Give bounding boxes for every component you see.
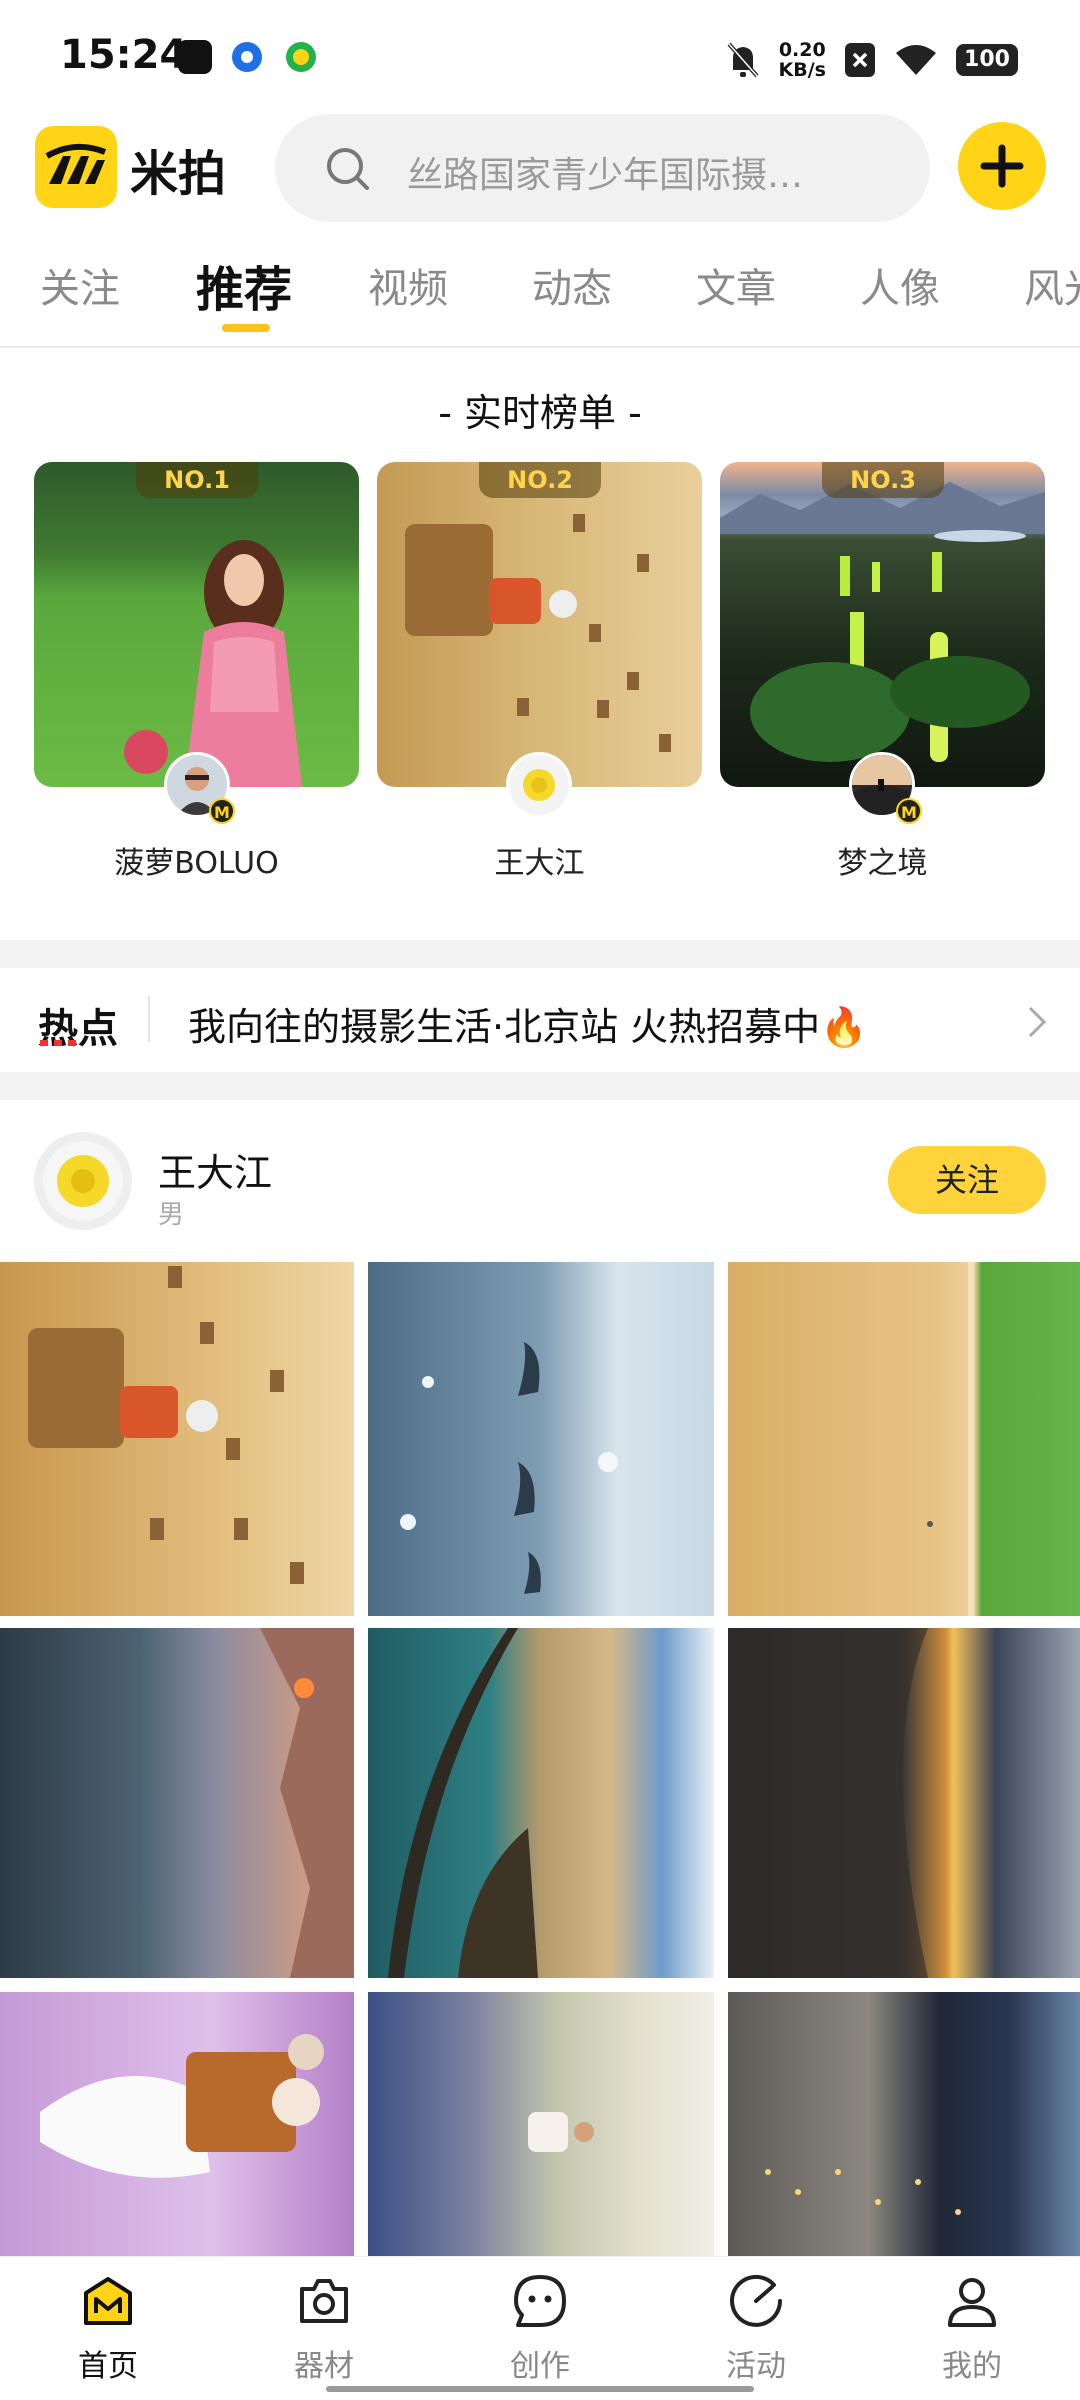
capcut-app-icon xyxy=(178,40,212,74)
tab-landscape[interactable]: 风光 xyxy=(1024,256,1080,314)
nav-create-label: 创作 xyxy=(510,2349,570,2384)
ranking-card-3[interactable]: NO.3 xyxy=(720,462,1045,787)
search-placeholder: 丝路国家青少年国际摄… xyxy=(407,155,804,196)
status-time: 15:24 xyxy=(60,32,188,78)
chevron-right-icon[interactable] xyxy=(1026,1004,1050,1040)
battery-indicator: 100 xyxy=(956,44,1018,76)
ranking-title: - 实时榜单 - xyxy=(438,391,642,435)
member-badge-3: M xyxy=(896,798,922,824)
add-button[interactable] xyxy=(958,122,1046,210)
ranking-card-2[interactable]: NO.2 xyxy=(377,462,702,787)
bottom-navigation: 首页 器材 创作 活动 我的 xyxy=(0,2256,1080,2400)
ranking-avatar-2[interactable] xyxy=(506,752,572,818)
tab-articles[interactable]: 文章 xyxy=(696,256,776,314)
nav-create[interactable]: 创作 xyxy=(432,2257,648,2400)
nav-equipment[interactable]: 器材 xyxy=(216,2257,432,2400)
grid-photo-8[interactable] xyxy=(368,1992,714,2256)
network-speed: 0.20 KB/s xyxy=(779,40,826,80)
browser-app-icon xyxy=(232,42,262,72)
grid-photo-9[interactable] xyxy=(728,1992,1080,2256)
app-header: 米拍 丝路国家青少年国际摄… xyxy=(0,110,1080,226)
hot-topic-text[interactable]: 我向往的摄影生活·北京站 火热招募中🔥 xyxy=(188,996,867,1051)
grid-photo-2[interactable] xyxy=(368,1262,714,1616)
grid-photo-3[interactable] xyxy=(728,1262,1080,1616)
profile-icon xyxy=(948,2278,996,2327)
nav-activity[interactable]: 活动 xyxy=(648,2257,864,2400)
nav-activity-label: 活动 xyxy=(726,2349,786,2384)
nav-profile-label: 我的 xyxy=(942,2349,1002,2384)
active-tab-indicator xyxy=(222,324,270,332)
post-author-avatar[interactable] xyxy=(34,1132,132,1230)
author-avatar-image xyxy=(43,1141,123,1221)
camera-icon xyxy=(300,2279,348,2323)
plus-icon xyxy=(980,144,1024,188)
ranking-name-1[interactable]: 菠萝BOLUO xyxy=(34,838,359,882)
tab-video[interactable]: 视频 xyxy=(368,256,448,314)
grid-photo-6[interactable] xyxy=(728,1628,1080,1978)
status-bar: 15:24 0.20 KB/s 100 xyxy=(0,0,1080,110)
ranking-name-2[interactable]: 王大江 xyxy=(377,838,702,882)
home-icon xyxy=(84,2277,132,2325)
post-author-gender: 男 xyxy=(158,1200,185,1230)
lavender-girl-photo xyxy=(40,2034,324,2178)
lake-mountain-photo xyxy=(260,1628,354,1978)
section-separator-2 xyxy=(0,1072,1080,1100)
tab-portrait[interactable]: 人像 xyxy=(860,256,940,314)
tab-moments[interactable]: 动态 xyxy=(532,256,612,314)
tab-recommend[interactable]: 推荐 xyxy=(196,250,292,320)
chat-bubble-icon xyxy=(514,2275,566,2327)
nav-equipment-label: 器材 xyxy=(294,2349,354,2384)
hot-divider xyxy=(148,996,150,1042)
mute-bell-icon xyxy=(727,42,759,78)
grid-photo-5[interactable] xyxy=(368,1628,714,1978)
rank-badge-3: NO.3 xyxy=(822,462,944,498)
wifi-icon xyxy=(896,45,936,75)
app-name: 米拍 xyxy=(130,146,227,202)
grid-photo-4[interactable] xyxy=(0,1628,354,1978)
canyon-sunset-photo xyxy=(728,1628,928,1978)
mipai-logo[interactable] xyxy=(35,126,117,208)
ranking-card-1[interactable]: NO.1 xyxy=(34,462,359,787)
nav-home-label: 首页 xyxy=(78,2349,138,2384)
music-app-icon xyxy=(286,42,316,72)
post-author-name[interactable]: 王大江 xyxy=(158,1142,272,1197)
divider xyxy=(0,346,1080,348)
sea-birds-photo xyxy=(400,1342,618,1594)
category-tabs: 关注 推荐 视频 动态 文章 人像 风光 xyxy=(0,240,1080,340)
ranking-photo-1 xyxy=(124,540,302,787)
rank-badge-2: NO.2 xyxy=(479,462,601,498)
coastline-photo xyxy=(388,1628,538,1978)
grid-photo-7[interactable] xyxy=(0,1992,354,2256)
search-bar[interactable]: 丝路国家青少年国际摄… xyxy=(275,114,930,222)
avatar-image-2 xyxy=(523,769,555,801)
ranking-photo-2 xyxy=(405,514,671,752)
wheat-field-photo xyxy=(927,1262,974,1616)
close-box-icon xyxy=(845,43,875,77)
field-woman-photo xyxy=(528,2112,594,2152)
nav-home[interactable]: 首页 xyxy=(0,2257,216,2400)
ranking-name-3[interactable]: 梦之境 xyxy=(720,838,1045,882)
tab-follow[interactable]: 关注 xyxy=(40,256,120,314)
section-separator xyxy=(0,940,1080,968)
grid-photo-1[interactable] xyxy=(0,1262,354,1616)
hay-field-photo xyxy=(28,1266,304,1584)
ranking-photo-3 xyxy=(720,482,1045,762)
network-speed-unit: KB/s xyxy=(778,59,826,81)
nav-profile[interactable]: 我的 xyxy=(864,2257,1080,2400)
network-speed-value: 0.20 xyxy=(778,39,826,61)
hot-dots-icon xyxy=(40,1040,76,1046)
follow-button[interactable]: 关注 xyxy=(888,1146,1046,1214)
logo-mark-icon xyxy=(45,143,107,184)
search-icon xyxy=(327,148,369,190)
rank-badge-1: NO.1 xyxy=(136,462,258,498)
city-aerial-photo xyxy=(765,2169,961,2215)
member-badge-1: M xyxy=(209,798,235,824)
home-indicator[interactable] xyxy=(326,2386,754,2392)
activity-icon xyxy=(730,2274,782,2327)
